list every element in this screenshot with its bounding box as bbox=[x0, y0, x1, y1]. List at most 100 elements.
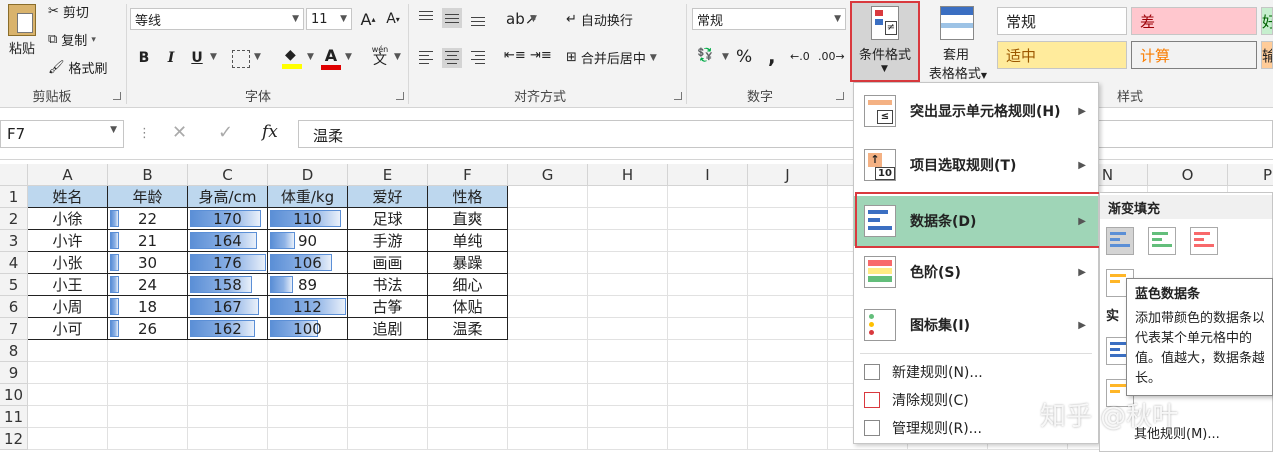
border-icon[interactable] bbox=[232, 50, 250, 68]
cell[interactable] bbox=[748, 296, 828, 318]
data-cell-age[interactable]: 21 bbox=[108, 230, 188, 252]
align-right-icon[interactable] bbox=[468, 48, 488, 68]
chevron-down-icon[interactable]: ▼ bbox=[210, 52, 217, 62]
cell[interactable] bbox=[188, 428, 268, 450]
data-cell-trait[interactable]: 单纯 bbox=[428, 230, 508, 252]
number-format-combo[interactable]: 常规 ▼ bbox=[692, 8, 846, 30]
format-painter-button[interactable]: 🖌 格式刷 bbox=[48, 58, 108, 77]
cell[interactable] bbox=[188, 406, 268, 428]
cell[interactable] bbox=[668, 274, 748, 296]
cell[interactable] bbox=[668, 362, 748, 384]
currency-icon[interactable]: 💱 bbox=[697, 48, 713, 63]
header-cell[interactable]: 体重/kg bbox=[268, 186, 348, 208]
bold-button[interactable]: B bbox=[133, 47, 155, 69]
style-input[interactable]: 输 bbox=[1261, 41, 1273, 69]
menu-item-new-rule[interactable]: 新建规则(N)... bbox=[854, 359, 1098, 385]
cell[interactable] bbox=[28, 406, 108, 428]
data-cell-trait[interactable]: 细心 bbox=[428, 274, 508, 296]
cell[interactable] bbox=[748, 340, 828, 362]
cell[interactable] bbox=[188, 362, 268, 384]
header-cell[interactable]: 爱好 bbox=[348, 186, 428, 208]
chevron-down-icon[interactable]: ▼ bbox=[254, 52, 261, 62]
row-header-9[interactable]: 9 bbox=[0, 362, 28, 384]
font-name-combo[interactable]: 等线 ▼ bbox=[130, 8, 304, 30]
cell[interactable] bbox=[28, 340, 108, 362]
cell[interactable] bbox=[108, 406, 188, 428]
underline-button[interactable]: U bbox=[186, 47, 208, 69]
cell[interactable] bbox=[668, 252, 748, 274]
cell[interactable] bbox=[508, 318, 588, 340]
menu-item-top-bottom-rules[interactable]: ↑ 10 项目选取规则(T) ▶ bbox=[854, 143, 1098, 187]
data-cell-age[interactable]: 24 bbox=[108, 274, 188, 296]
font-launcher-icon[interactable] bbox=[396, 92, 404, 100]
cell[interactable] bbox=[508, 384, 588, 406]
cell[interactable] bbox=[428, 340, 508, 362]
cell[interactable] bbox=[668, 296, 748, 318]
name-box[interactable]: F7 ▼ bbox=[0, 120, 124, 148]
header-cell[interactable]: 性格 bbox=[428, 186, 508, 208]
header-cell[interactable]: 身高/cm bbox=[188, 186, 268, 208]
data-cell-name[interactable]: 小许 bbox=[28, 230, 108, 252]
row-header-4[interactable]: 4 bbox=[0, 252, 28, 274]
cell[interactable] bbox=[28, 362, 108, 384]
column-header-f[interactable]: F bbox=[428, 164, 508, 186]
cell[interactable] bbox=[348, 362, 428, 384]
row-header-1[interactable]: 1 bbox=[0, 186, 28, 208]
cell[interactable] bbox=[508, 252, 588, 274]
menu-item-highlight-rules[interactable]: ≤ 突出显示单元格规则(H) ▶ bbox=[854, 89, 1098, 133]
cell[interactable] bbox=[268, 384, 348, 406]
cell[interactable] bbox=[508, 428, 588, 450]
cell[interactable] bbox=[348, 428, 428, 450]
paste-button[interactable]: 粘贴 bbox=[4, 4, 40, 57]
increase-decimal-icon[interactable]: ←.0 bbox=[790, 50, 810, 63]
data-cell-weight[interactable]: 112 bbox=[268, 296, 348, 318]
cell[interactable] bbox=[748, 318, 828, 340]
data-cell-hobby[interactable]: 足球 bbox=[348, 208, 428, 230]
cell[interactable] bbox=[348, 384, 428, 406]
font-color-icon[interactable]: A bbox=[320, 46, 342, 70]
column-header-j[interactable]: J bbox=[748, 164, 828, 186]
column-header-d[interactable]: D bbox=[268, 164, 348, 186]
data-cell-height[interactable]: 170 bbox=[188, 208, 268, 230]
data-cell-trait[interactable]: 温柔 bbox=[428, 318, 508, 340]
cell[interactable] bbox=[508, 186, 588, 208]
header-cell[interactable]: 姓名 bbox=[28, 186, 108, 208]
cell[interactable] bbox=[108, 362, 188, 384]
cell[interactable] bbox=[588, 406, 668, 428]
italic-button[interactable]: I bbox=[160, 47, 182, 69]
style-good[interactable]: 好 bbox=[1261, 7, 1273, 35]
copy-button[interactable]: ⧉ 复制 ▾ bbox=[48, 30, 96, 49]
align-bottom-icon[interactable] bbox=[468, 8, 488, 28]
cell[interactable] bbox=[508, 296, 588, 318]
column-header-h[interactable]: H bbox=[588, 164, 668, 186]
data-cell-age[interactable]: 18 bbox=[108, 296, 188, 318]
number-launcher-icon[interactable] bbox=[836, 92, 844, 100]
cut-button[interactable]: ✂ 剪切 bbox=[48, 2, 89, 21]
data-cell-weight[interactable]: 90 bbox=[268, 230, 348, 252]
row-header-6[interactable]: 6 bbox=[0, 296, 28, 318]
merge-center-button[interactable]: ⊞ 合并后居中 ▼ bbox=[566, 48, 657, 67]
font-size-combo[interactable]: 11 ▼ bbox=[306, 8, 352, 30]
cell[interactable] bbox=[348, 340, 428, 362]
percent-button[interactable]: % bbox=[736, 47, 752, 67]
cell[interactable] bbox=[188, 340, 268, 362]
cell[interactable] bbox=[588, 186, 668, 208]
column-header-p[interactable]: P bbox=[1228, 164, 1273, 186]
style-neutral[interactable]: 适中 bbox=[997, 41, 1127, 69]
cell[interactable] bbox=[668, 230, 748, 252]
column-header-o[interactable]: O bbox=[1148, 164, 1228, 186]
data-cell-trait[interactable]: 暴躁 bbox=[428, 252, 508, 274]
cell[interactable] bbox=[668, 186, 748, 208]
more-options-icon[interactable]: ⋮ bbox=[138, 126, 151, 141]
cell[interactable] bbox=[588, 274, 668, 296]
phonetic-guide-icon[interactable]: wén 文 bbox=[368, 44, 392, 70]
data-cell-name[interactable]: 小徐 bbox=[28, 208, 108, 230]
data-cell-name[interactable]: 小可 bbox=[28, 318, 108, 340]
data-cell-height[interactable]: 158 bbox=[188, 274, 268, 296]
grow-font-button[interactable]: A ▴ bbox=[357, 8, 379, 30]
select-all-corner[interactable] bbox=[0, 164, 28, 186]
row-header-10[interactable]: 10 bbox=[0, 384, 28, 406]
header-cell[interactable]: 年龄 bbox=[108, 186, 188, 208]
cell[interactable] bbox=[268, 340, 348, 362]
cell[interactable] bbox=[508, 362, 588, 384]
